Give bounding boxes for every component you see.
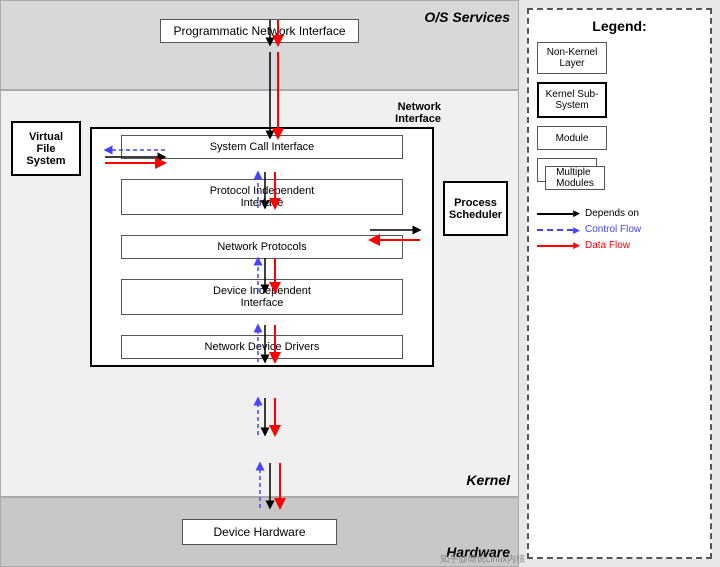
network-device-drivers-box: Network Device Drivers <box>121 335 403 359</box>
kernel-layer: Virtual FileSystem NetworkInterface Syst… <box>0 90 519 497</box>
programmatic-label: Programmatic Network Interface <box>173 24 345 38</box>
control-flow-label: Control Flow <box>585 224 641 235</box>
protocol-independent-label: Protocol IndependentInterface <box>210 185 315 209</box>
device-independent-box: Device IndependentInterface <box>121 279 403 315</box>
legend-title: Legend: <box>537 18 702 34</box>
os-services-label: O/S Services <box>424 9 510 25</box>
legend-depends-row: ▶ Depends on <box>537 208 702 219</box>
legend-kernel-label: Kernel Sub-System <box>546 89 599 111</box>
kernel-center: NetworkInterface System Call Interface P… <box>81 101 443 486</box>
depends-on-label: Depends on <box>585 208 639 219</box>
kernel-label: Kernel <box>466 472 510 488</box>
network-protocols-box: Network Protocols <box>121 235 403 259</box>
legend-item-module: Module <box>537 126 702 150</box>
legend-item-multiple: MultipleModules <box>537 158 702 196</box>
legend-section: Legend: Non-KernelLayer Kernel Sub-Syste… <box>527 8 712 559</box>
legend-item-nonkernel: Non-KernelLayer <box>537 42 702 74</box>
legend-nonkernel-label: Non-KernelLayer <box>547 47 598 69</box>
vfs-box: Virtual FileSystem <box>11 121 81 176</box>
multiple-label: MultipleModules <box>556 167 594 189</box>
watermark: 知乎@简说Linux内核 <box>440 552 525 565</box>
legend-module-box: Module <box>537 126 607 150</box>
device-independent-label: Device IndependentInterface <box>213 285 311 309</box>
os-services-layer: Programmatic Network Interface O/S Servi… <box>0 0 519 90</box>
device-hardware-label: Device Hardware <box>213 525 305 539</box>
legend-kernel-box: Kernel Sub-System <box>537 82 607 118</box>
system-call-label: System Call Interface <box>210 141 315 153</box>
protocol-independent-box: Protocol IndependentInterface <box>121 179 403 215</box>
device-hardware-box: Device Hardware <box>182 519 336 545</box>
process-scheduler-label: ProcessScheduler <box>449 197 502 221</box>
network-protocols-label: Network Protocols <box>217 241 306 253</box>
data-flow-label: Data Flow <box>585 240 630 251</box>
multiple-box-front: MultipleModules <box>545 166 605 190</box>
main-container: Programmatic Network Interface O/S Servi… <box>0 0 720 567</box>
legend-module-label: Module <box>556 133 589 144</box>
network-device-drivers-label: Network Device Drivers <box>205 341 320 353</box>
legend-data-row: ▶ Data Flow <box>537 240 702 251</box>
legend-control-row: ▶ Control Flow <box>537 224 702 235</box>
legend-multiple-box: MultipleModules <box>537 158 607 196</box>
programmatic-network-interface-box: Programmatic Network Interface <box>160 19 358 43</box>
vfs-label: Virtual FileSystem <box>21 131 71 167</box>
left-section: Programmatic Network Interface O/S Servi… <box>0 0 519 567</box>
legend-nonkernel-box: Non-KernelLayer <box>537 42 607 74</box>
process-scheduler-box: ProcessScheduler <box>443 181 508 236</box>
system-call-interface-box: System Call Interface <box>121 135 403 159</box>
network-interface-label: NetworkInterface <box>395 101 441 125</box>
kernel-subsystem: System Call Interface Protocol Independe… <box>90 127 434 367</box>
legend-item-kernel: Kernel Sub-System <box>537 82 702 118</box>
legend-arrow-section: ▶ Depends on ▶ Control Flow ▶ <box>537 208 702 256</box>
